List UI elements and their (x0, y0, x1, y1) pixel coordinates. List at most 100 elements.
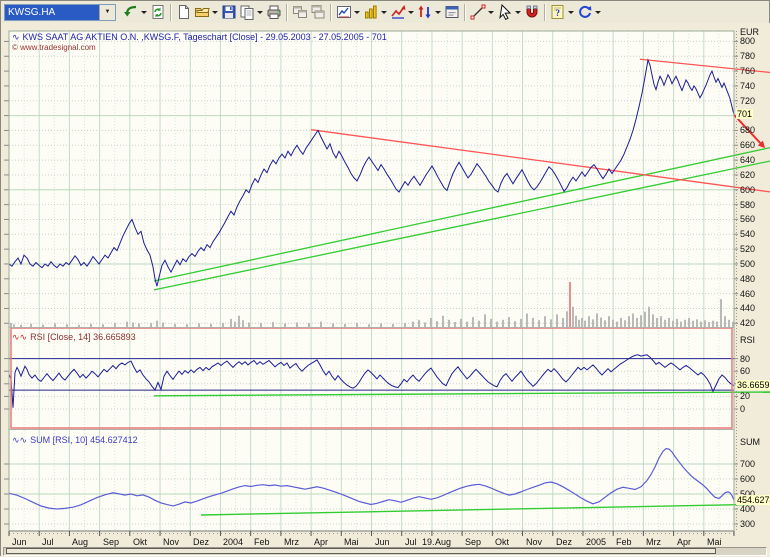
eur-tick-label: 780 (740, 51, 756, 61)
indicator-icon: ∿∿ (12, 435, 28, 445)
symbol-combobox[interactable]: KWSG.HA ▼ (4, 3, 116, 21)
recalculate-icon (150, 4, 166, 20)
eur-tick-label: 760 (740, 66, 756, 76)
magnet-mode-button[interactable] (523, 2, 541, 22)
back-arrow-icon (123, 4, 139, 20)
eur-tick-label: 620 (740, 170, 756, 180)
toolbar: KWSG.HA ▼ ? (1, 1, 769, 24)
rsi-tick-label: 20 (740, 391, 751, 401)
back-arrow-button[interactable] (122, 2, 149, 22)
insert-strategy-icon (390, 4, 406, 20)
watermark: © www.tradesignal.com (12, 43, 96, 52)
dropdown-caret[interactable] (488, 10, 494, 14)
sum-tick-label: 700 (740, 459, 756, 469)
chart-title: KWS SAAT AG AKTIEN O.N. ,KWSG.F, Tagesch… (22, 32, 387, 42)
eur-tick-label: 460 (740, 289, 756, 299)
x-tick-label: Okt (133, 537, 148, 547)
eur-tick-label: 720 (740, 96, 756, 106)
eur-tick-label: 580 (740, 200, 756, 210)
eur-tick-label: 440 (740, 303, 756, 313)
save-button[interactable] (220, 2, 238, 22)
sum-tick-label: 300 (740, 519, 756, 529)
dropdown-caret[interactable] (257, 10, 263, 14)
eur-tick-label: 420 (740, 318, 756, 328)
line-chart-icon: ∿ (12, 32, 20, 42)
pointer-tool-button[interactable] (496, 2, 523, 22)
x-tick-label: 2005 (586, 537, 607, 547)
x-tick-label: Nov (163, 537, 180, 547)
print-icon (266, 4, 282, 20)
eur-tick-label: 800 (740, 36, 756, 46)
formula-editor-button[interactable]: ? (549, 2, 576, 22)
rsi-pane-label: ∿∿ RSI [Close, 14] 36.665893 (12, 332, 136, 343)
x-tick-label: 2004 (223, 537, 244, 547)
insert-indicator-button[interactable] (362, 2, 389, 22)
rsi-axis-unit: RSI (740, 335, 756, 345)
copy-icon (239, 4, 255, 20)
dropdown-caret[interactable] (381, 10, 387, 14)
dropdown-caret[interactable] (568, 10, 574, 14)
toolbar-separator (170, 3, 172, 21)
dropdown-caret[interactable] (408, 10, 414, 14)
recalculate-button[interactable] (149, 2, 167, 22)
x-tick-label: Aug (72, 537, 89, 547)
rsi-current-value: 36.6659 (736, 380, 770, 390)
dropdown-caret[interactable] (212, 10, 218, 14)
edit-signals-icon (417, 4, 433, 20)
eur-tick-label: 520 (740, 244, 756, 254)
chart-canvas[interactable] (1, 23, 770, 557)
properties-button[interactable] (443, 2, 461, 22)
combo-dropdown-button[interactable]: ▼ (99, 4, 115, 20)
dropdown-caret[interactable] (354, 10, 360, 14)
chart-type-button[interactable] (335, 2, 362, 22)
chart-type-icon (336, 4, 352, 20)
x-tick-label: Dez (556, 537, 573, 547)
x-tick-label: Apr (314, 537, 329, 547)
open-folder-button[interactable] (193, 2, 220, 22)
pointer-tool-icon (497, 4, 513, 20)
x-tick-label-extra: 19. (422, 537, 435, 547)
copy-button[interactable] (238, 2, 265, 22)
x-tick-label: Okt (495, 537, 510, 547)
rsi-tick-label: 80 (740, 354, 751, 364)
eur-tick-label: 540 (740, 229, 756, 239)
x-tick-label: Mrz (646, 537, 661, 547)
magnet-mode-icon (524, 4, 540, 20)
rsi-tick-label: 0 (740, 404, 746, 414)
refresh-button[interactable] (576, 2, 603, 22)
scrollbar-thumb[interactable] (6, 548, 716, 554)
tile-windows-button[interactable] (291, 2, 309, 22)
symbol-value[interactable]: KWSG.HA (5, 4, 99, 20)
x-tick-label: Jul (405, 537, 417, 547)
x-tick-label: Apr (677, 537, 692, 547)
eur-tick-label: 660 (740, 140, 756, 150)
sum-tick-label: 400 (740, 504, 756, 514)
insert-indicator-icon (363, 4, 379, 20)
edit-signals-button[interactable] (416, 2, 443, 22)
tile-windows-icon (292, 4, 308, 20)
new-document-icon (176, 4, 192, 20)
cascade-windows-button[interactable] (309, 2, 327, 22)
dropdown-caret[interactable] (595, 10, 601, 14)
x-tick-label: Mai (707, 537, 722, 547)
chart-area[interactable]: ∿ KWS SAAT AG AKTIEN O.N. ,KWSG.F, Tagesc… (1, 23, 770, 557)
eur-tick-label: 640 (740, 155, 756, 165)
sum-tick-label: 600 (740, 474, 756, 484)
draw-trendline-button[interactable] (469, 2, 496, 22)
print-button[interactable] (265, 2, 283, 22)
dropdown-caret[interactable] (435, 10, 441, 14)
rsi-tick-label: 60 (740, 366, 751, 376)
toolbar-separator (286, 3, 288, 21)
eur-tick-label: 680 (740, 125, 756, 135)
eur-current-value: 701 (736, 109, 754, 119)
eur-tick-label: 740 (740, 81, 756, 91)
horizontal-scrollbar[interactable] (3, 547, 767, 556)
open-folder-icon (194, 4, 210, 20)
x-tick-label: Mrz (284, 537, 299, 547)
save-icon (221, 4, 237, 20)
insert-strategy-button[interactable] (389, 2, 416, 22)
dropdown-caret[interactable] (141, 10, 147, 14)
new-document-button[interactable] (175, 2, 193, 22)
sum-pane-label: ∿∿ SUM [RSI, 10] 454.627412 (12, 435, 138, 446)
dropdown-caret[interactable] (515, 10, 521, 14)
